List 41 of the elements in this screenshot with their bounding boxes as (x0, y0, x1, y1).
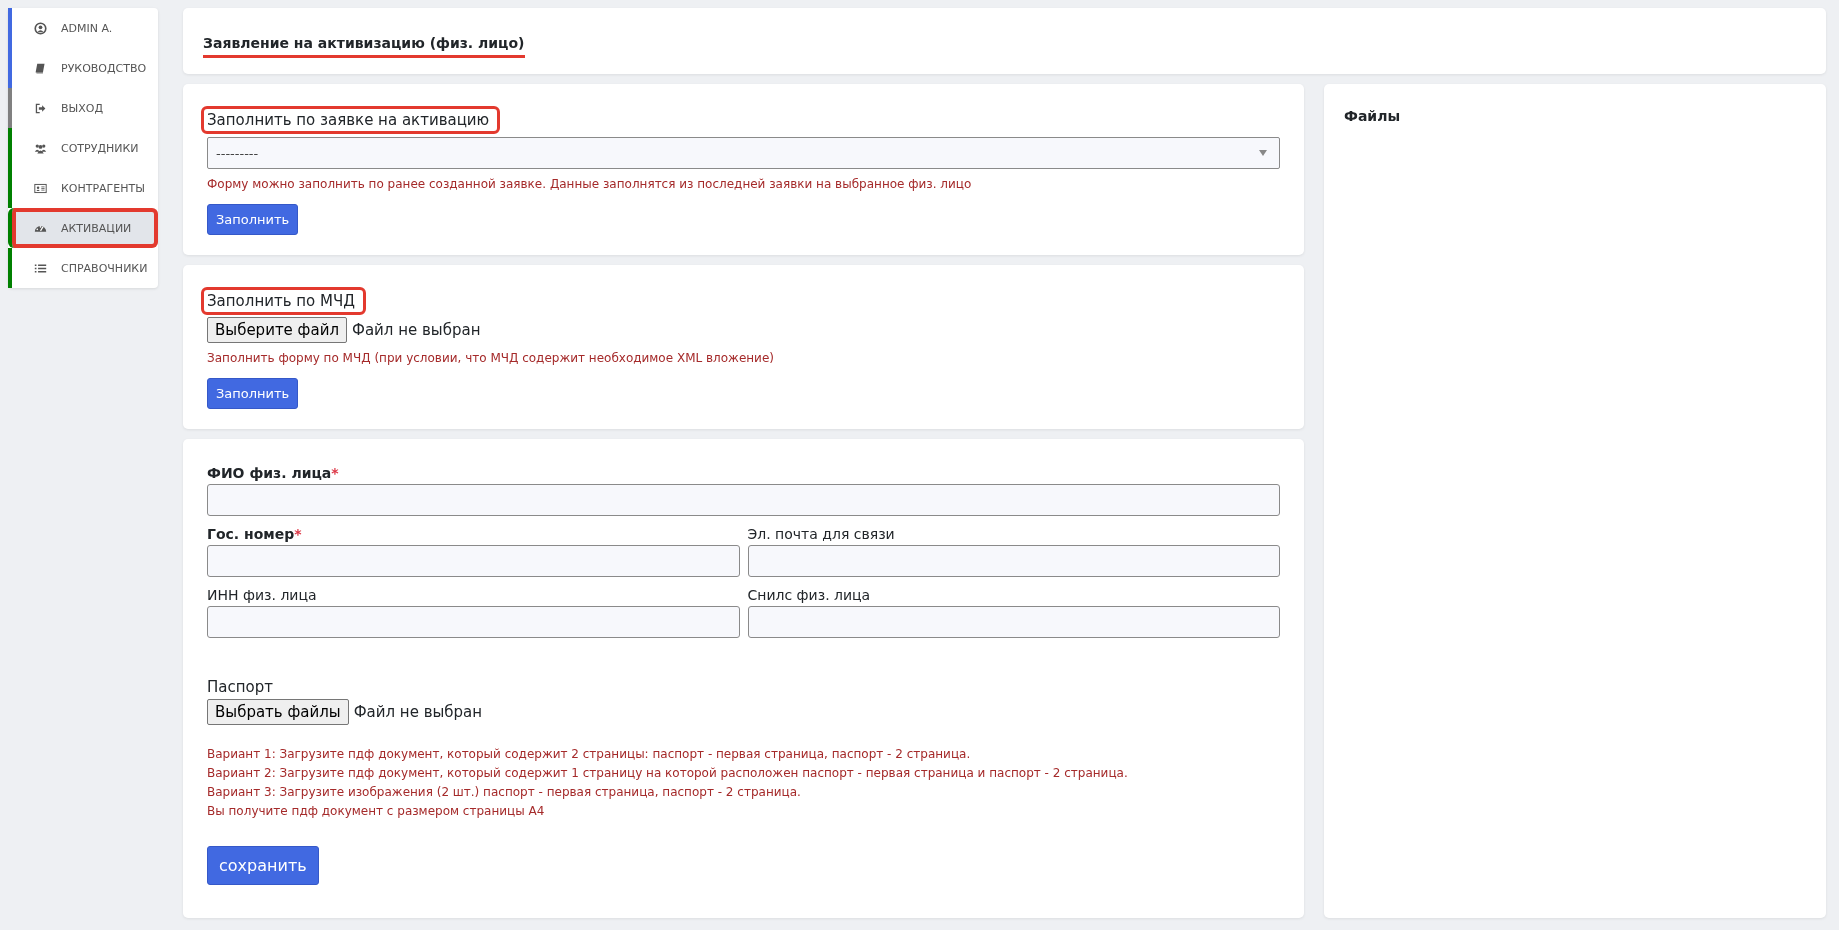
section-label: Заполнить по МЧД (201, 287, 366, 315)
sign-out-icon (34, 101, 47, 115)
section-label: Заполнить по заявке на активацию (201, 106, 501, 134)
user-icon (34, 21, 47, 35)
file-status: Файл не выбран (352, 321, 481, 339)
hint-text: Вариант 1: Загрузите пдф документ, который содержит 2 страницы: паспорт - первая страница, паспорт - 2 страница. (207, 747, 972, 761)
sidebar-item[interactable]: ВЫХОД (8, 88, 158, 128)
file-status: Файл не выбран (353, 703, 483, 721)
input-field[interactable] (207, 606, 740, 638)
field-label: Гос. номер* (207, 526, 303, 542)
input-field[interactable] (207, 545, 740, 577)
field-label: Паспорт (207, 678, 274, 696)
hint-text: Вариант 2: Загрузите пдф документ, который содержит 1 страницу на которой расположен паспорт - первая страница и паспорт - 2 страница. (207, 766, 1129, 780)
save-button[interactable]: сохранить (207, 846, 319, 885)
choose-file-button[interactable]: Выберите файл (207, 317, 347, 343)
sidebar-item[interactable]: АКТИВАЦИИ (8, 208, 158, 248)
input-field[interactable] (747, 545, 1280, 577)
request-select[interactable]: --------- (207, 137, 1280, 169)
fill-button[interactable]: Заполнить (207, 378, 299, 409)
id-card-icon (34, 181, 47, 195)
field-label: ФИО физ. лица* (207, 465, 340, 481)
fill-button[interactable]: Заполнить (207, 204, 299, 235)
hint-text: Форму можно заполнить по ранее созданной заявке. Данные заполнятся из последней заявки на выбранное физ. лицо (207, 177, 973, 191)
input-field[interactable] (207, 484, 1280, 516)
sidebar-item[interactable]: СПРАВОЧНИКИ (8, 248, 158, 288)
list-icon (34, 261, 47, 275)
hint-text: Вы получите пдф документ с размером страницы А4 (207, 804, 546, 818)
page-title: Заявление на активизацию (физ. лицо) (203, 35, 525, 58)
input-field[interactable] (747, 606, 1280, 638)
sidebar-item[interactable]: СОТРУДНИКИ (8, 128, 158, 168)
files-title: Файлы (1344, 108, 1402, 124)
field-label: Снилс физ. лица (747, 587, 872, 603)
choose-files-button[interactable]: Выбрать файлы (207, 699, 349, 725)
sidebar-item[interactable]: ADMIN A. (8, 8, 158, 48)
sidebar-item[interactable]: РУКОВОДСТВО (8, 48, 158, 88)
hint-text: Заполнить форму по МЧД (при условии, что МЧД содержит необходимое XML вложение) (207, 351, 775, 365)
field-label: ИНН физ. лица (207, 587, 318, 603)
caret-icon (1259, 150, 1267, 156)
hint-text: Вариант 3: Загрузите изображения (2 шт.) паспорт - первая страница, паспорт - 2 страница. (207, 785, 802, 799)
field-label: Эл. почта для связи (747, 526, 896, 542)
book-icon (34, 61, 47, 75)
